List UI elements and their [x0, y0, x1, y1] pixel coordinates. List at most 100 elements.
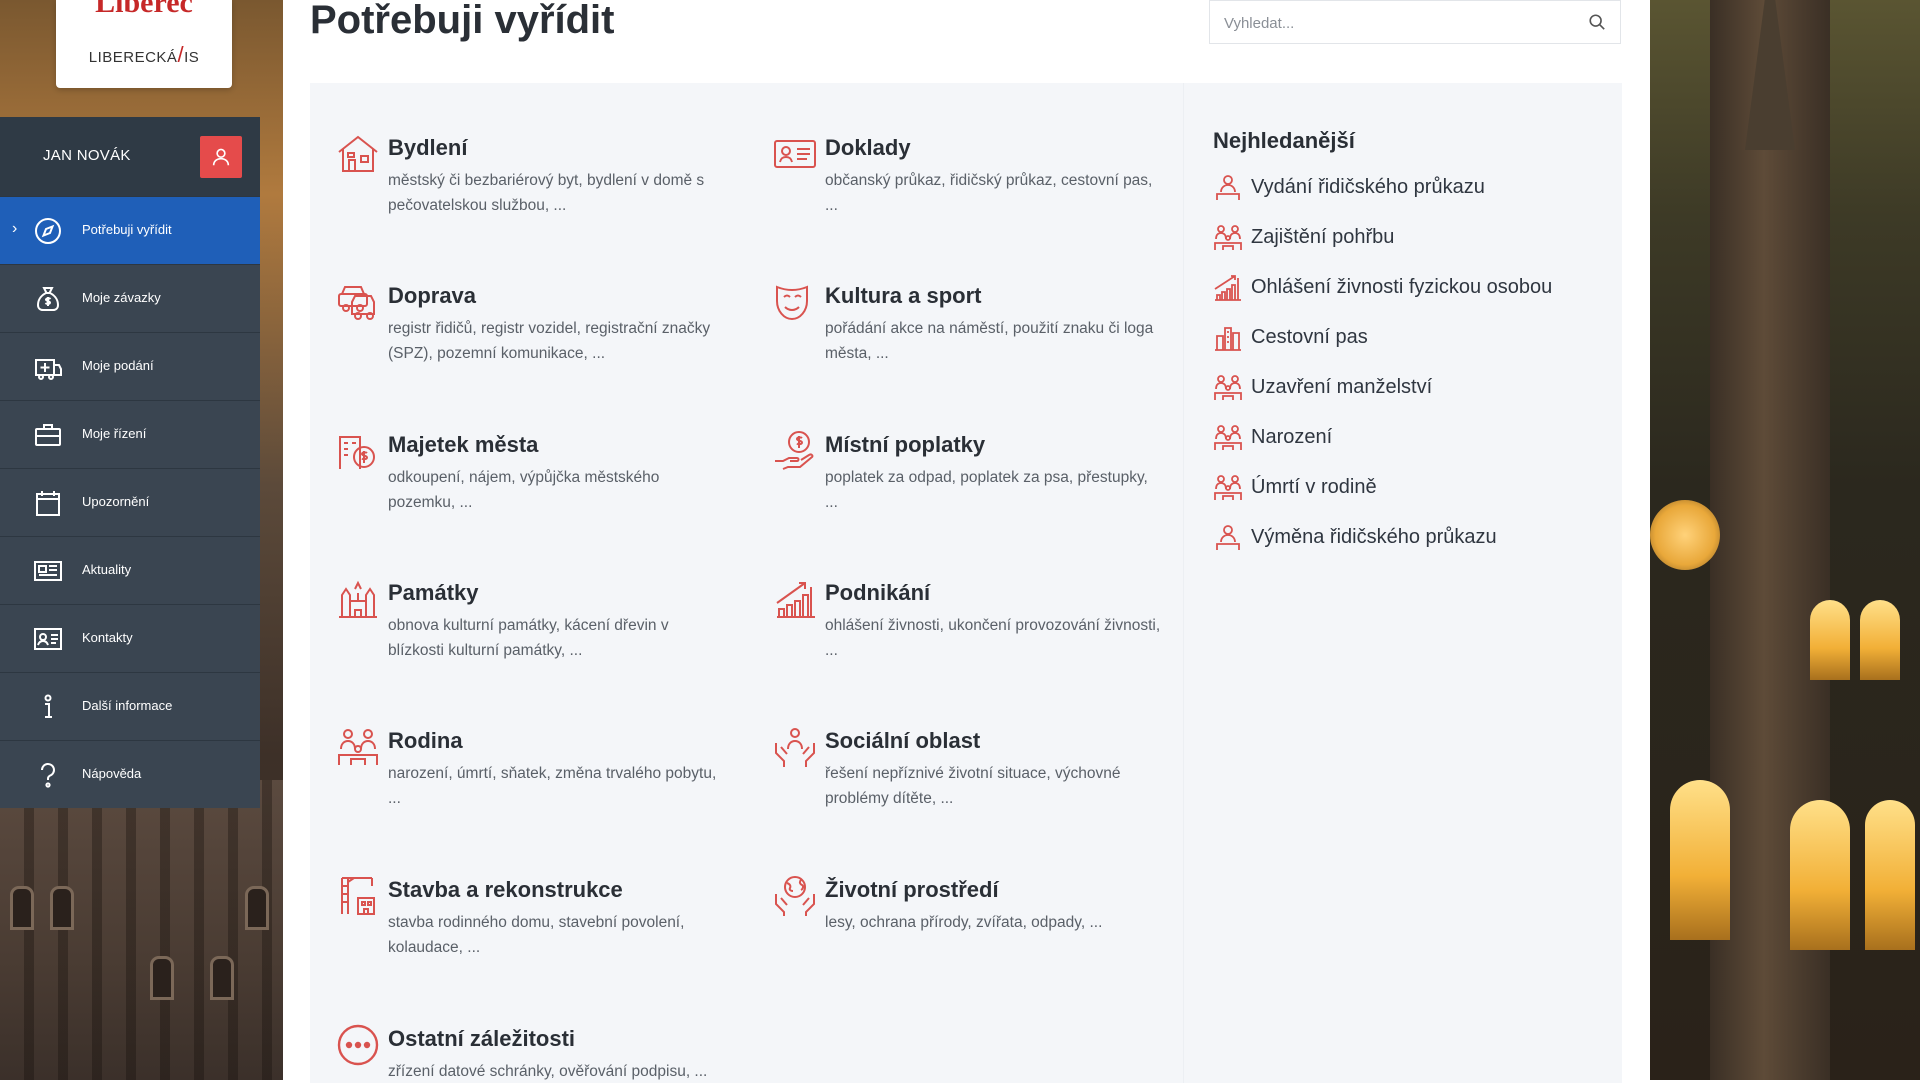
logo-product-name: LIBERECKÁ/IS [56, 42, 232, 68]
sidebar-item-label: Aktuality [82, 562, 132, 577]
popular-item[interactable]: Vydání řidičského průkazu [1213, 172, 1485, 202]
popular-item[interactable]: Ohlášení živnosti fyzickou osobou [1213, 272, 1552, 302]
logo-product-right: IS [184, 49, 200, 66]
popular-item-label: Vydání řidičského průkazu [1251, 175, 1485, 198]
category-description: ohlášení živnosti, ukončení provozování … [825, 617, 1161, 659]
category-title: Doklady [825, 135, 911, 160]
clock-face [1650, 500, 1720, 570]
category-title: Sociální oblast [825, 728, 981, 753]
popular-item[interactable]: Úmrtí v rodině [1213, 472, 1377, 502]
window-decoration [210, 956, 234, 1000]
property-icon [339, 436, 375, 469]
user-icon [212, 148, 230, 166]
category-description: řešení nepříznivé životní situace, výcho… [825, 765, 1121, 807]
popular-item-label: Uzavření manželství [1251, 375, 1433, 398]
compass-icon [35, 218, 61, 244]
logo-product-left: LIBERECKÁ [88, 49, 178, 66]
briefcase-icon [35, 424, 61, 446]
sidebar-item-label: Moje závazky [82, 290, 161, 305]
sidebar-item-label: Kontakty [82, 630, 133, 645]
category-description: poplatek za odpad, poplatek za psa, přes… [825, 469, 1148, 511]
popular-item-label: Narození [1251, 425, 1333, 448]
category-description: narození, úmrtí, sňatek, změna trvalého … [388, 765, 717, 807]
popular-item-label: Cestovní pas [1251, 325, 1368, 348]
category-description: zřízení datové schránky, ověřování podpi… [388, 1063, 708, 1080]
popular-item[interactable]: Zajištění pohřbu [1213, 222, 1394, 252]
hand-coin-icon [775, 431, 814, 470]
contact-card-icon [34, 628, 62, 650]
category-description: obnova kulturní památky, kácení dřevin v… [388, 617, 669, 659]
category-title: Životní prostředí [825, 877, 999, 902]
more-icon [337, 1024, 379, 1066]
sidebar-item-moje-rizeni[interactable]: Moje řízení [0, 400, 260, 468]
id-card-icon [774, 140, 816, 168]
lit-window [1670, 780, 1730, 940]
sidebar-item-label: Moje řízení [82, 426, 147, 441]
category-title: Stavba a rekonstrukce [388, 877, 623, 902]
info-icon [44, 694, 52, 718]
popular-item[interactable]: Narození [1213, 422, 1332, 452]
popular-item-label: Úmrtí v rodině [1251, 475, 1377, 498]
category-title: Památky [388, 580, 479, 605]
search-icon[interactable] [1588, 13, 1606, 31]
sidebar-item-moje-zavazky[interactable]: Moje závazky [0, 264, 260, 332]
sidebar-item-dalsi-informace[interactable]: Další informace [0, 672, 260, 740]
sidebar-item-label: Nápověda [82, 766, 142, 781]
popular-title: Nejhledanější [1213, 128, 1355, 153]
category-description: občanský průkaz, řidičský průkaz, cestov… [825, 172, 1153, 214]
sidebar-item-napoveda[interactable]: Nápověda [0, 740, 260, 808]
sidebar-item-label: Potřebuji vyřídit [82, 222, 172, 237]
category-title: Doprava [388, 283, 477, 308]
popular-item[interactable]: Cestovní pas [1213, 322, 1368, 352]
sidebar: JAN NOVÁK › Potřebuji vyřídit Moje závaz… [0, 117, 260, 808]
popular-item[interactable]: Výměna řidičského průkazu [1213, 522, 1497, 552]
page-title: Potřebuji vyřídit [310, 0, 615, 42]
building-silhouette-left [0, 780, 283, 1080]
chevron-right-icon: › [12, 220, 18, 237]
content-panel: Bydlení městský či bezbariérový byt, byd… [310, 83, 1622, 1083]
background-photo-right [1650, 0, 1920, 1080]
category-title: Bydlení [388, 135, 468, 160]
category-description: lesy, ochrana přírody, zvířata, odpady, … [825, 914, 1103, 931]
category-description: odkoupení, nájem, výpůjčka městského poz… [388, 469, 660, 511]
window-decoration [245, 886, 269, 930]
window-decoration [50, 886, 74, 930]
category-title: Místní poplatky [825, 432, 986, 457]
category-title: Kultura a sport [825, 283, 982, 308]
window-decoration [10, 886, 34, 930]
sidebar-item-moje-podani[interactable]: Moje podání [0, 332, 260, 400]
sidebar-item-label: Další informace [82, 698, 173, 713]
user-button[interactable] [200, 136, 242, 178]
news-icon [34, 561, 62, 581]
family-icon [1214, 475, 1242, 500]
user-name: JAN NOVÁK [43, 147, 131, 164]
category-description: městský či bezbariérový byt, bydlení v d… [388, 172, 705, 214]
search-input[interactable] [1222, 11, 1566, 35]
submission-icon [35, 359, 62, 380]
lit-window [1865, 800, 1915, 950]
care-hands-icon [775, 728, 815, 767]
category-title: Rodina [388, 728, 463, 753]
building-icon [1215, 327, 1241, 351]
sidebar-item-kontakty[interactable]: Kontakty [0, 604, 260, 672]
sidebar-item-aktuality[interactable]: Aktuality [0, 536, 260, 604]
category-title: Ostatní záležitosti [388, 1026, 576, 1051]
theater-mask-icon [776, 285, 808, 321]
sidebar-item-upozorneni[interactable]: Upozornění [0, 468, 260, 536]
popular-item-label: Zajištění pohřbu [1251, 225, 1395, 248]
lit-window [1790, 800, 1850, 950]
column-divider [1183, 83, 1184, 1083]
lit-window [1810, 600, 1850, 680]
family-icon [338, 729, 378, 765]
category-description: registr řidičů, registr vozidel, registr… [388, 320, 711, 362]
search-box [1209, 0, 1621, 44]
sidebar-item-potrebuji-vyridit[interactable]: › Potřebuji vyřídit [0, 196, 260, 264]
sidebar-item-label: Upozornění [82, 494, 150, 509]
window-decoration [150, 956, 174, 1000]
logo[interactable]: Liberec LIBERECKÁ/IS [56, 0, 232, 88]
popular-item[interactable]: Uzavření manželství [1213, 372, 1432, 402]
popular-item-label: Výměna řidičského průkazu [1251, 525, 1497, 548]
spire-silhouette [1745, 0, 1795, 150]
lit-window [1860, 600, 1900, 680]
help-icon [40, 762, 55, 788]
